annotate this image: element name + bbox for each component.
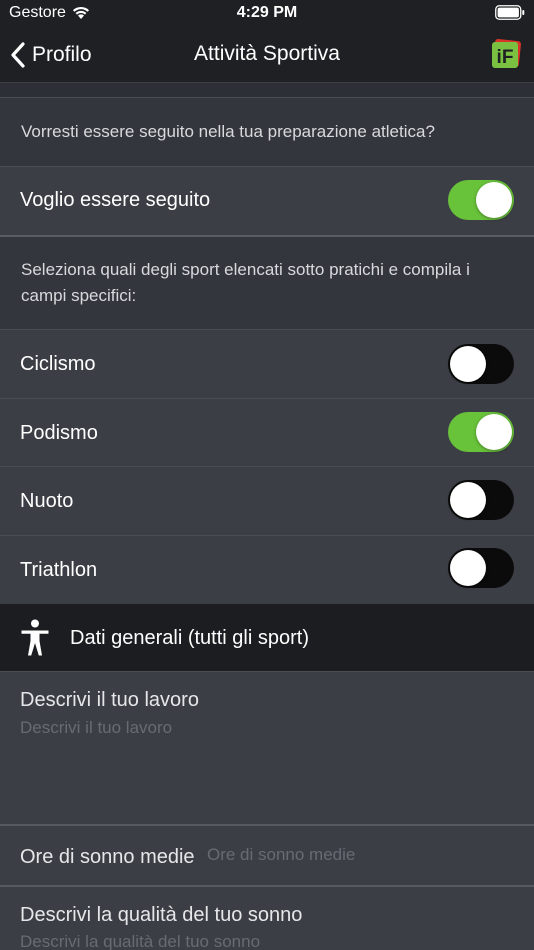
sleep-quality-cell: Descrivi la qualità del tuo sonno (0, 887, 534, 950)
toggle-knob (450, 550, 486, 586)
sports-instructions-cell: Seleziona quali degli sport elencati sot… (0, 237, 534, 329)
toggle-knob (450, 482, 486, 518)
sport-label: Ciclismo (20, 353, 96, 375)
sleep-hours-input[interactable] (207, 843, 507, 867)
general-data-header-label: Dati generali (tutti gli sport) (70, 627, 309, 649)
battery-icon (495, 5, 525, 20)
sleep-hours-label: Ore di sonno medie (20, 846, 195, 868)
chevron-left-icon (11, 42, 25, 68)
toggle-knob (476, 182, 512, 218)
job-description-label: Descrivi il tuo lavoro (20, 689, 199, 711)
sports-instructions-text: Seleziona quali degli sport elencati sot… (21, 260, 470, 305)
sport-label: Podismo (20, 422, 98, 444)
nuoto-toggle[interactable] (448, 480, 514, 520)
sport-row-podismo: Podismo (0, 399, 534, 466)
follow-toggle-label: Voglio essere seguito (20, 189, 211, 211)
status-bar: Gestore 4:29 PM (0, 0, 534, 27)
logo-text: iF (497, 47, 514, 68)
top-spacer (0, 83, 534, 98)
podismo-toggle[interactable] (448, 412, 514, 452)
general-data-header: Dati generali (tutti gli sport) (0, 604, 534, 671)
sleep-quality-input[interactable] (20, 932, 510, 950)
toggle-knob (450, 346, 486, 382)
follow-question-text: Vorresti essere seguito nella tua prepar… (21, 122, 435, 141)
ciclismo-toggle[interactable] (448, 344, 514, 384)
triathlon-toggle[interactable] (448, 548, 514, 588)
follow-question-cell: Vorresti essere seguito nella tua prepar… (0, 99, 534, 166)
sleep-hours-row: Ore di sonno medie (0, 826, 534, 885)
status-time: 4:29 PM (236, 4, 298, 21)
follow-toggle-row: Voglio essere seguito (0, 167, 534, 235)
back-label: Profilo (32, 43, 92, 66)
job-description-input[interactable] (20, 718, 510, 814)
sport-row-ciclismo: Ciclismo (0, 330, 534, 398)
sport-row-triathlon: Triathlon (0, 536, 534, 604)
sport-label: Nuoto (20, 490, 74, 512)
toggle-knob (476, 414, 512, 450)
sport-row-nuoto: Nuoto (0, 467, 534, 535)
back-button[interactable]: Profilo (10, 40, 92, 70)
follow-toggle[interactable] (448, 180, 514, 220)
navigation-bar: Profilo Attività Sportiva iF (0, 27, 534, 83)
sleep-quality-label: Descrivi la qualità del tuo sonno (20, 904, 303, 926)
person-icon (21, 619, 49, 656)
sport-label: Triathlon (20, 559, 98, 581)
job-description-cell: Descrivi il tuo lavoro (0, 671, 534, 824)
app-logo-icon: iF (492, 39, 521, 68)
